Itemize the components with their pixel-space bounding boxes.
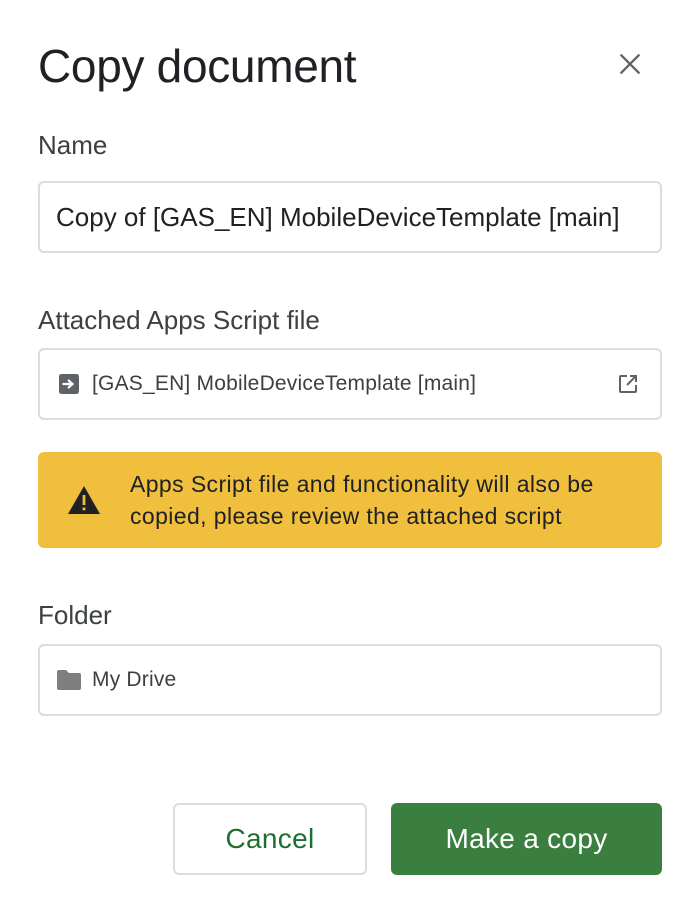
folder-label: Folder <box>38 600 112 630</box>
close-button[interactable] <box>606 40 654 88</box>
cancel-button[interactable]: Cancel <box>173 803 367 875</box>
apps-script-icon <box>56 371 82 397</box>
warning-icon <box>66 482 102 518</box>
open-in-new-icon <box>619 375 637 393</box>
warning-banner: Apps Script file and functionality will … <box>38 452 662 548</box>
attached-script-name: [GAS_EN] MobileDeviceTemplate [main] <box>92 372 477 395</box>
document-name-input[interactable] <box>38 181 662 253</box>
make-a-copy-button[interactable]: Make a copy <box>391 803 662 875</box>
warning-message: Apps Script file and functionality will … <box>130 468 594 532</box>
warning-text-line-1: Apps Script file and functionality will … <box>130 471 594 497</box>
close-icon <box>620 54 640 74</box>
name-label: Name <box>38 130 108 160</box>
folder-name: My Drive <box>92 668 177 691</box>
copy-document-dialog: Copy document Name Attached Apps Script … <box>0 0 700 916</box>
warning-text-line-2: copied, please review the attached scrip… <box>130 503 562 529</box>
folder-icon <box>56 667 82 693</box>
folder-picker[interactable]: My Drive <box>38 644 662 716</box>
attached-script-label: Attached Apps Script file <box>38 305 320 335</box>
open-script-button[interactable] <box>612 368 644 400</box>
attached-script-field: [GAS_EN] MobileDeviceTemplate [main] <box>38 348 662 420</box>
dialog-title: Copy document <box>38 40 357 92</box>
